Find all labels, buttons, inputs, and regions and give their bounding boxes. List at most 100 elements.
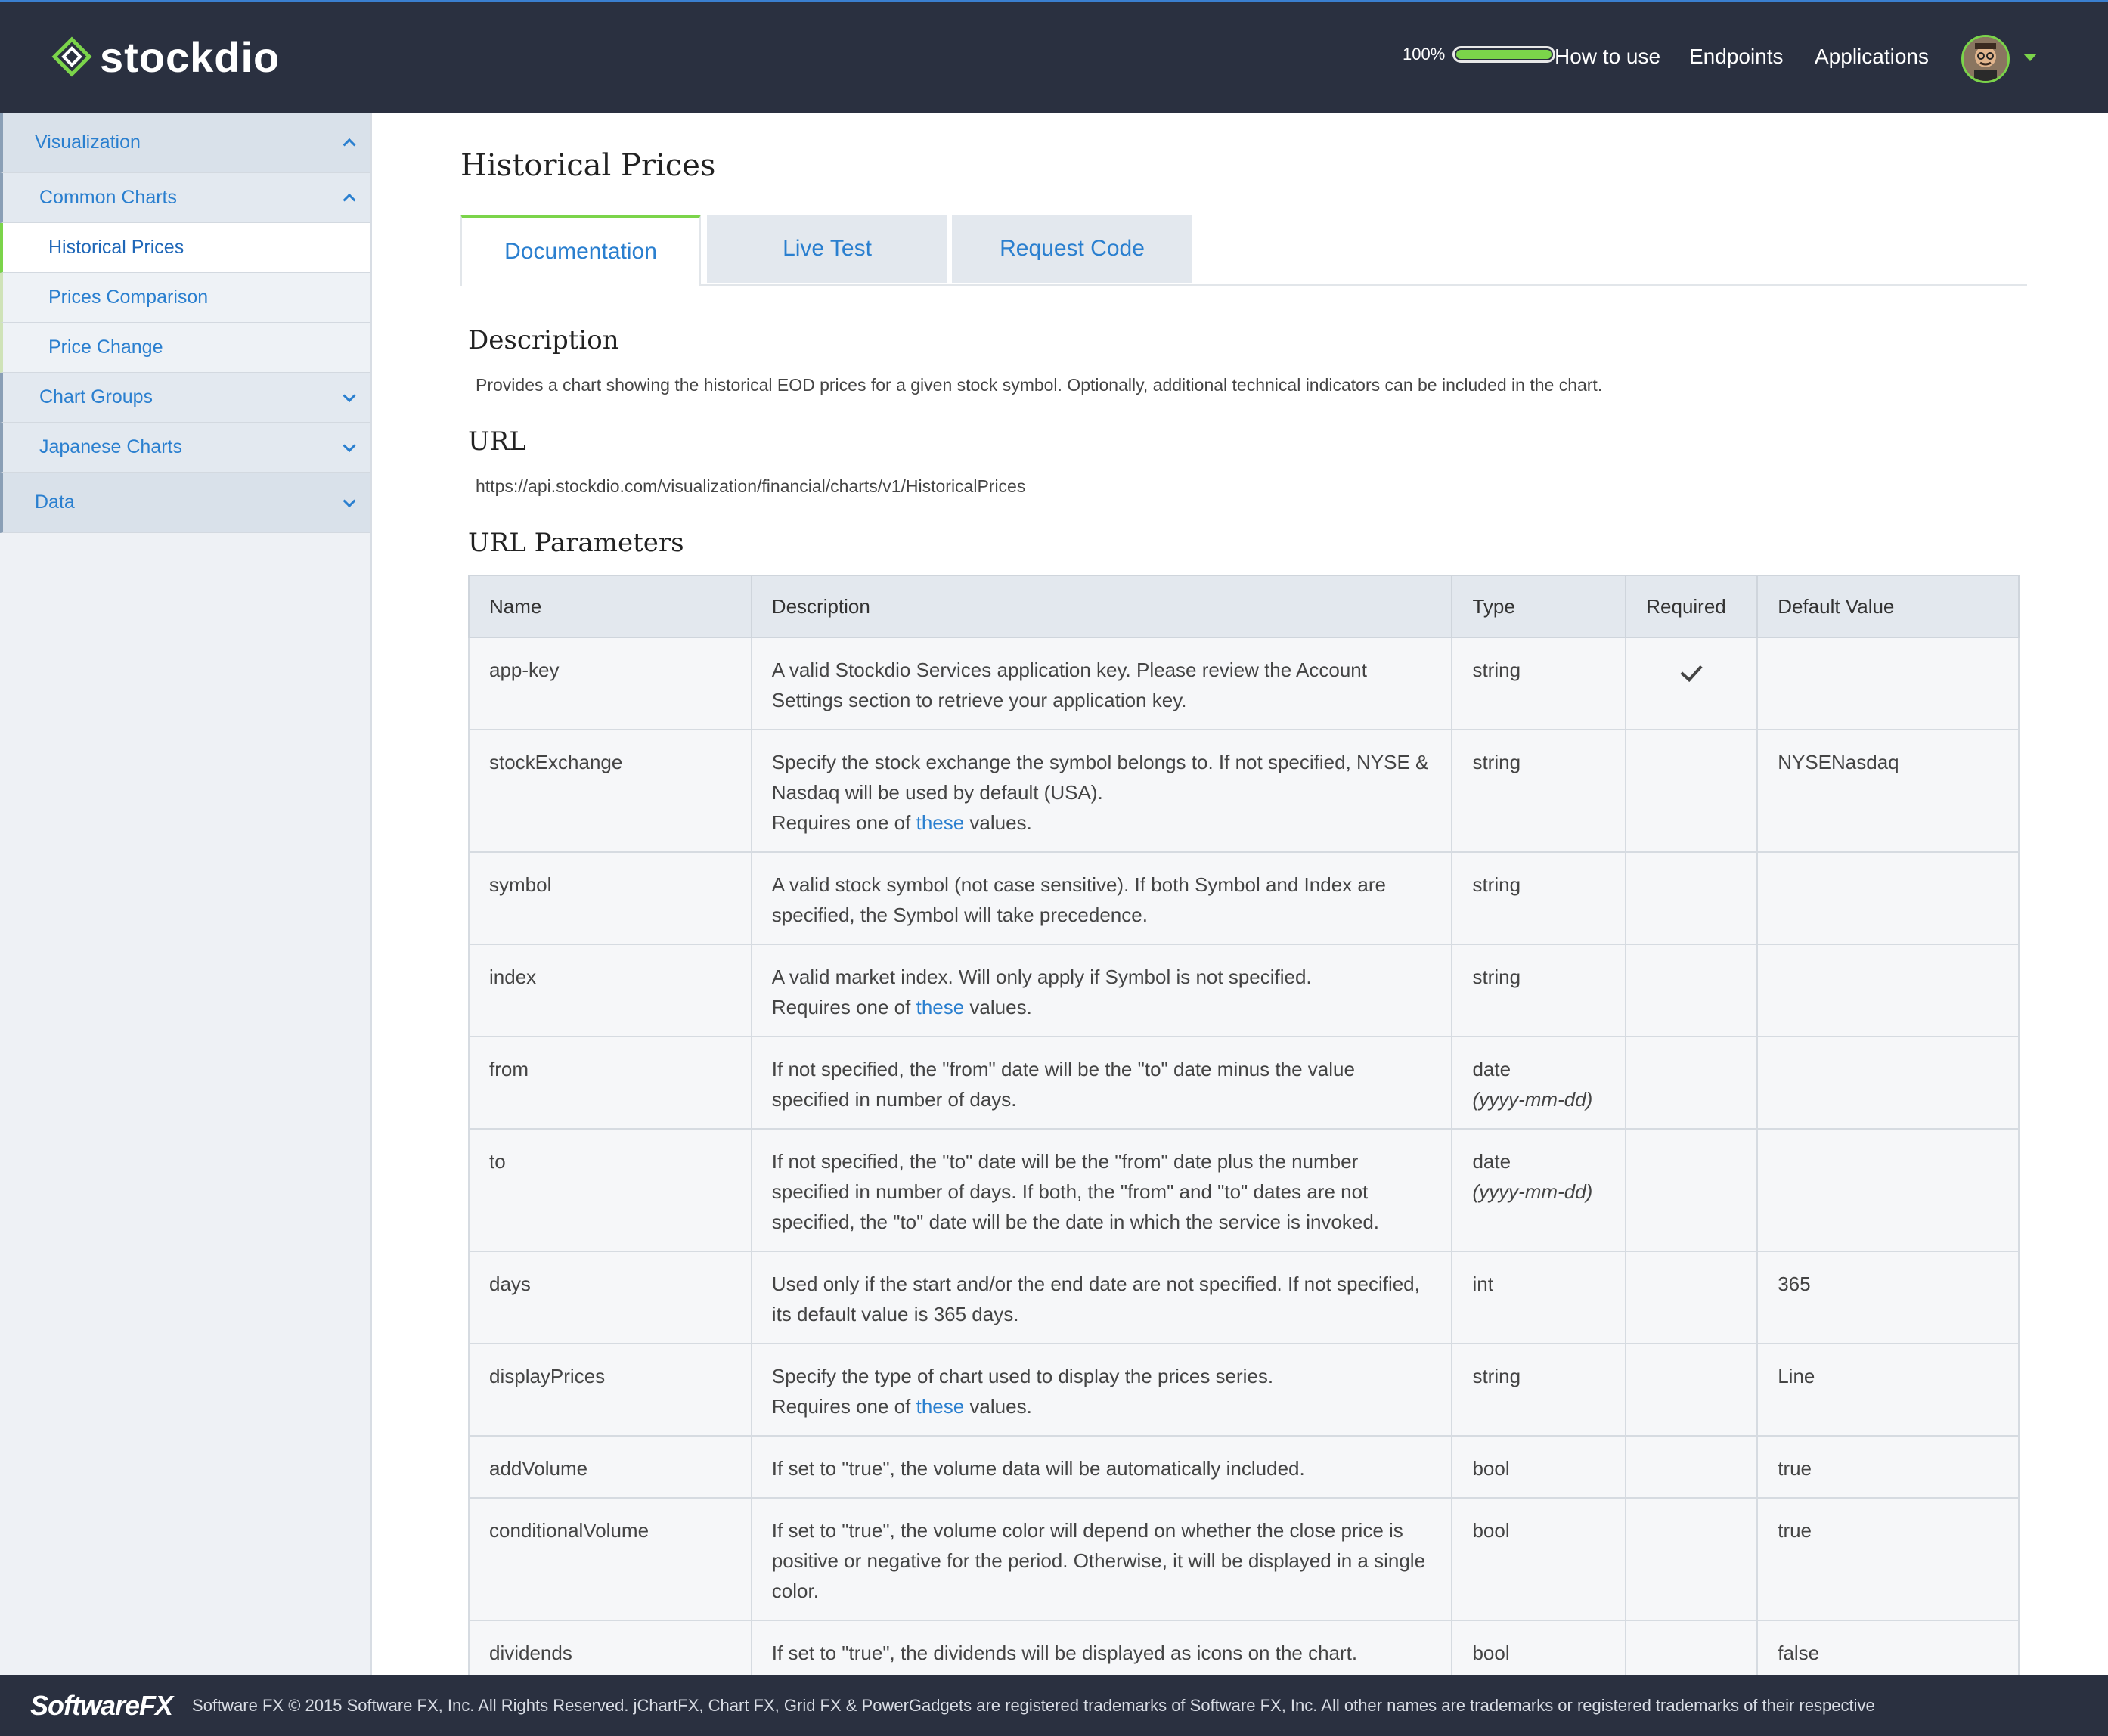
param-type: string (1451, 637, 1627, 730)
param-type-text: date (1472, 1150, 1511, 1173)
url-heading: URL (468, 426, 526, 457)
param-required (1625, 1497, 1759, 1621)
sidebar-prices-comparison[interactable]: Prices Comparison (0, 273, 370, 323)
param-required (1625, 729, 1759, 853)
these-values-link[interactable]: these (916, 996, 965, 1018)
param-required (1625, 1435, 1759, 1499)
param-type-text: date (1472, 1058, 1511, 1080)
table-row: stockExchange Specify the stock exchange… (468, 729, 2020, 853)
param-default (1756, 944, 2020, 1037)
param-description-prefix: Requires one of (771, 1395, 916, 1418)
param-name: days (468, 1251, 752, 1344)
param-name: conditionalVolume (468, 1497, 752, 1621)
nav-endpoints[interactable]: Endpoints (1689, 45, 1784, 69)
nav-how-to-use[interactable]: How to use (1555, 45, 1660, 69)
param-type: int (1451, 1251, 1627, 1344)
sidebar-common-charts-label: Common Charts (39, 187, 177, 208)
chevron-up-icon (343, 138, 356, 151)
sidebar-visualization[interactable]: Visualization (0, 113, 370, 173)
param-type: string (1451, 851, 1627, 945)
softwarefx-logo[interactable]: SoftwareFX (30, 1690, 173, 1722)
footer: SoftwareFX Software FX © 2015 Software F… (0, 1675, 2108, 1736)
usage-percent: 100% (1403, 45, 1446, 64)
sidebar: Visualization Common Charts Historical P… (0, 113, 372, 1675)
these-values-link[interactable]: these (916, 1395, 965, 1418)
param-description: If not specified, the "to" date will be … (750, 1128, 1453, 1252)
table-header-row: Name Description Type Required Default V… (468, 575, 2020, 638)
param-default: true (1756, 1497, 2020, 1621)
param-required (1625, 1251, 1759, 1344)
sidebar-japanese-charts-label: Japanese Charts (39, 436, 183, 457)
table-row: dividends If set to "true", the dividend… (468, 1620, 2020, 1683)
table-row: to If not specified, the "to" date will … (468, 1128, 2020, 1252)
column-header-required: Required (1625, 575, 1759, 638)
user-menu-caret-icon[interactable] (2023, 54, 2037, 61)
param-required (1625, 851, 1759, 945)
brand-name: stockdio (100, 33, 281, 81)
sidebar-chart-groups[interactable]: Chart Groups (0, 373, 370, 423)
param-description-text: If set to "true", the volume color will … (771, 1519, 1426, 1602)
tab-documentation[interactable]: Documentation (460, 215, 701, 286)
sidebar-historical-prices[interactable]: Historical Prices (0, 223, 370, 273)
param-default (1756, 637, 2020, 730)
param-default: NYSENasdaq (1756, 729, 2020, 853)
table-row: displayPrices Specify the type of chart … (468, 1343, 2020, 1437)
param-default: Line (1756, 1343, 2020, 1437)
table-row: days Used only if the start and/or the e… (468, 1251, 2020, 1344)
param-description: A valid stock symbol (not case sensitive… (750, 851, 1453, 945)
top-header: stockdio 100% How to use Endpoints Appli… (0, 0, 2108, 113)
sidebar-price-change[interactable]: Price Change (0, 323, 370, 373)
table-row: addVolume If set to "true", the volume d… (468, 1435, 2020, 1499)
sidebar-data-label: Data (35, 491, 75, 513)
tab-request-code[interactable]: Request Code (952, 215, 1192, 283)
param-name: symbol (468, 851, 752, 945)
param-default: false (1756, 1620, 2020, 1683)
table-row: symbol A valid stock symbol (not case se… (468, 851, 2020, 945)
table-row: index A valid market index. Will only ap… (468, 944, 2020, 1037)
sidebar-price-change-label: Price Change (48, 336, 163, 358)
param-required (1625, 944, 1759, 1037)
param-type: string (1451, 1343, 1627, 1437)
stockdio-logo-icon (51, 36, 92, 77)
param-description: If set to "true", the volume color will … (750, 1497, 1453, 1621)
param-required (1625, 1343, 1759, 1437)
sidebar-prices-comparison-label: Prices Comparison (48, 287, 209, 308)
param-description-text: If not specified, the "from" date will b… (771, 1058, 1355, 1111)
param-default (1756, 1128, 2020, 1252)
param-description-suffix: values. (964, 811, 1032, 834)
chevron-down-icon (343, 439, 356, 452)
doc-tabs: Documentation Live Test Request Code (460, 215, 2027, 286)
chevron-up-icon (343, 193, 356, 206)
param-name: to (468, 1128, 752, 1252)
param-description-text: If set to "true", the dividends will be … (771, 1641, 1358, 1664)
sidebar-data[interactable]: Data (0, 473, 370, 533)
stockdio-logo[interactable]: stockdio (51, 33, 280, 81)
description-heading: Description (468, 325, 619, 355)
tab-live-test[interactable]: Live Test (707, 215, 947, 283)
column-header-description: Description (750, 575, 1453, 638)
param-description-text: If set to "true", the volume data will b… (771, 1457, 1305, 1480)
param-name: displayPrices (468, 1343, 752, 1437)
usage-bar (1452, 46, 1556, 63)
nav-applications[interactable]: Applications (1815, 45, 1929, 69)
param-type: string (1451, 729, 1627, 853)
user-avatar[interactable] (1961, 35, 2010, 83)
table-row: app-key A valid Stockdio Services applic… (468, 637, 2020, 730)
sidebar-common-charts[interactable]: Common Charts (0, 173, 370, 223)
param-description: A valid Stockdio Services application ke… (750, 637, 1453, 730)
param-description-text: Used only if the start and/or the end da… (771, 1273, 1420, 1325)
footer-copyright: Software FX © 2015 Software FX, Inc. All… (192, 1695, 1875, 1715)
chevron-down-icon (343, 494, 356, 507)
param-required (1625, 1036, 1759, 1130)
param-type-format: (yyyy-mm-dd) (1472, 1088, 1593, 1111)
param-default (1756, 1036, 2020, 1130)
table-row: conditionalVolume If set to "true", the … (468, 1497, 2020, 1621)
param-type: bool (1451, 1497, 1627, 1621)
param-name: dividends (468, 1620, 752, 1683)
param-description-text: A valid stock symbol (not case sensitive… (771, 873, 1386, 926)
param-description: A valid market index. Will only apply if… (750, 944, 1453, 1037)
sidebar-japanese-charts[interactable]: Japanese Charts (0, 423, 370, 473)
param-type-format: (yyyy-mm-dd) (1472, 1180, 1593, 1203)
these-values-link[interactable]: these (916, 811, 965, 834)
param-default: true (1756, 1435, 2020, 1499)
